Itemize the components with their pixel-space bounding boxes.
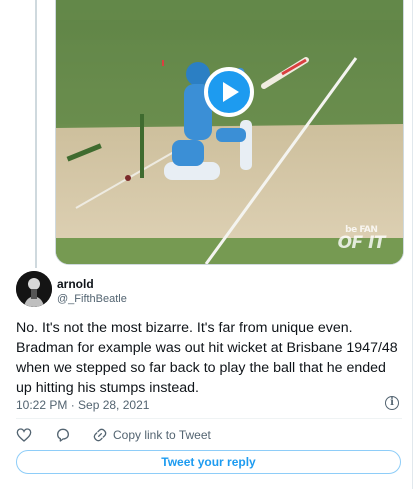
link-icon[interactable] — [92, 427, 108, 443]
divider — [16, 418, 402, 419]
avatar[interactable] — [16, 271, 52, 307]
tweet-text: No. It's not the most bizarre. It's far … — [16, 320, 398, 396]
author-name[interactable]: arnold — [57, 277, 94, 291]
avatar-image — [16, 271, 52, 307]
tweet-your-reply-button[interactable]: Tweet your reply — [16, 450, 401, 474]
tweet-timestamp[interactable]: 10:22 PM · Sep 28, 2021 — [16, 398, 149, 412]
thread-line — [35, 0, 37, 268]
copy-link-button[interactable]: Copy link to Tweet — [113, 428, 211, 442]
broadcaster-watermark: be FAN OF IT — [337, 226, 386, 253]
play-button[interactable] — [204, 67, 254, 117]
heart-icon[interactable] — [16, 427, 32, 443]
video-player[interactable]: be FAN OF IT — [55, 0, 404, 265]
info-icon[interactable]: i — [385, 396, 399, 410]
comment-icon[interactable] — [55, 427, 71, 443]
watermark-line2: OF IT — [337, 233, 386, 253]
author-handle[interactable]: @_FifthBeatle — [57, 293, 127, 305]
tweet-card: be FAN OF IT arnold @_FifthBeatle No. It… — [0, 0, 413, 489]
play-icon — [223, 82, 239, 102]
